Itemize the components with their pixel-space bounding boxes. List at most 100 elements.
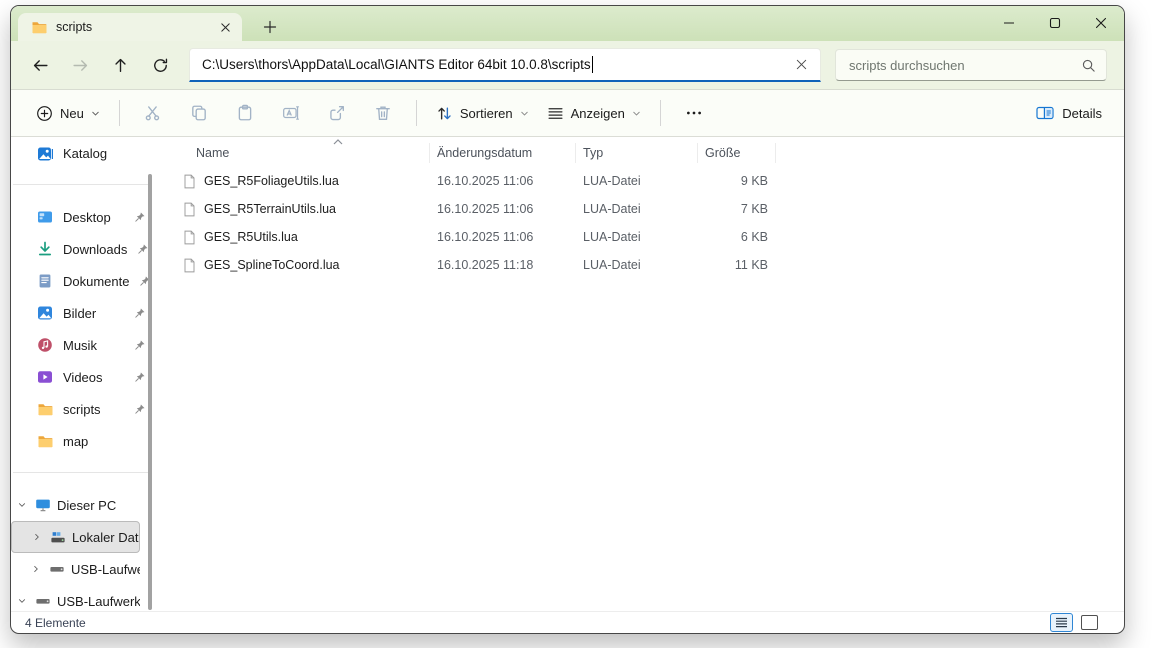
- tree-item-usb-drive[interactable]: USB-Laufwerk: [11, 553, 140, 585]
- rename-button[interactable]: [268, 95, 314, 131]
- pin-icon: [134, 211, 146, 223]
- table-row[interactable]: GES_R5FoliageUtils.lua 16.10.2025 11:06 …: [182, 167, 1124, 195]
- file-explorer-window: scripts C:\Users\thors\AppData\Local\GIA…: [10, 5, 1125, 634]
- sidebar-item-label: map: [63, 433, 89, 449]
- toolbar-divider: [118, 100, 120, 126]
- delete-button[interactable]: [360, 95, 406, 131]
- tree-item-this-pc[interactable]: Dieser PC: [11, 489, 140, 521]
- file-modified: 16.10.2025 11:06: [437, 174, 534, 188]
- file-modified: 16.10.2025 11:06: [437, 202, 534, 216]
- search-input[interactable]: scripts durchsuchen: [835, 49, 1107, 81]
- search-placeholder: scripts durchsuchen: [849, 57, 965, 73]
- main-area: Katalog Desktop Downloads Dokumente Bild…: [11, 137, 1124, 611]
- table-row[interactable]: GES_R5TerrainUtils.lua 16.10.2025 11:06 …: [182, 195, 1124, 223]
- tree-item-usb-drive-2[interactable]: USB-Laufwerk (D: [11, 585, 140, 611]
- column-header-name[interactable]: Name: [182, 143, 430, 163]
- chevron-down-icon[interactable]: [14, 596, 29, 606]
- file-type: LUA-Datei: [583, 202, 641, 216]
- sidebar-item-pictures[interactable]: Bilder: [11, 297, 151, 329]
- icons-view-button[interactable]: [1081, 615, 1098, 630]
- clear-address-icon[interactable]: [791, 55, 811, 75]
- column-header-type[interactable]: Typ: [576, 143, 698, 163]
- sidebar-item-label: Desktop: [63, 209, 111, 225]
- sidebar-item-label: Videos: [63, 369, 103, 385]
- chevron-right-icon[interactable]: [29, 532, 44, 542]
- file-icon: [182, 202, 197, 217]
- close-button[interactable]: [1078, 6, 1124, 40]
- details-pane-icon: [1036, 105, 1054, 121]
- computer-icon: [35, 497, 51, 513]
- more-icon: [686, 111, 701, 115]
- file-size: 6 KB: [740, 230, 768, 244]
- file-size: 9 KB: [740, 174, 768, 188]
- sidebar-item-gallery[interactable]: Katalog: [11, 138, 151, 169]
- chevron-down-icon: [520, 111, 528, 116]
- tab-scripts[interactable]: scripts: [18, 13, 242, 41]
- command-bar: Neu Sortieren Anzeigen Details: [11, 89, 1124, 137]
- minimize-button[interactable]: [986, 6, 1032, 40]
- desktop-background: scripts C:\Users\thors\AppData\Local\GIA…: [0, 0, 1152, 648]
- status-bar: 4 Elemente: [11, 611, 1124, 633]
- details-view-button[interactable]: [1050, 613, 1073, 632]
- tab-close-icon[interactable]: [216, 18, 234, 36]
- new-tab-button[interactable]: [261, 18, 279, 36]
- sidebar-item-downloads[interactable]: Downloads: [11, 233, 151, 265]
- address-row: C:\Users\thors\AppData\Local\GIANTS Edit…: [11, 41, 1124, 89]
- tree-item-local-disk[interactable]: Lokaler Datent: [11, 521, 140, 553]
- sidebar-item-label: Musik: [63, 337, 97, 353]
- file-modified: 16.10.2025 11:06: [437, 230, 534, 244]
- sort-button[interactable]: Sortieren: [427, 99, 538, 128]
- chevron-right-icon[interactable]: [28, 564, 43, 574]
- view-toggles: [1050, 613, 1114, 632]
- downloads-icon: [37, 241, 53, 257]
- sidebar-divider: [13, 472, 148, 473]
- table-row[interactable]: GES_SplineToCoord.lua 16.10.2025 11:18 L…: [182, 251, 1124, 279]
- file-icon: [182, 258, 197, 273]
- file-type: LUA-Datei: [583, 258, 641, 272]
- pictures-icon: [37, 305, 53, 321]
- file-type: LUA-Datei: [583, 174, 641, 188]
- new-button[interactable]: Neu: [27, 99, 109, 128]
- sidebar-item-documents[interactable]: Dokumente: [11, 265, 151, 297]
- refresh-button[interactable]: [140, 47, 180, 83]
- window-controls: [986, 6, 1124, 40]
- tab-bar: scripts: [11, 6, 1124, 41]
- music-icon: [37, 337, 53, 353]
- table-row[interactable]: GES_R5Utils.lua 16.10.2025 11:06 LUA-Dat…: [182, 223, 1124, 251]
- more-options-button[interactable]: [671, 95, 717, 131]
- back-button[interactable]: [20, 47, 60, 83]
- column-header-modified[interactable]: Änderungsdatum: [430, 143, 576, 163]
- view-button[interactable]: Anzeigen: [538, 99, 650, 128]
- sidebar-item-videos[interactable]: Videos: [11, 361, 151, 393]
- details-pane-button[interactable]: Details: [1028, 99, 1110, 127]
- sidebar-item-scripts[interactable]: scripts: [11, 393, 151, 425]
- sidebar-scrollbar[interactable]: [148, 174, 152, 610]
- forward-button[interactable]: [60, 47, 100, 83]
- sidebar-item-desktop[interactable]: Desktop: [11, 201, 151, 233]
- column-header-size[interactable]: Größe: [698, 143, 776, 163]
- file-name: GES_R5FoliageUtils.lua: [204, 174, 339, 188]
- folder-icon: [37, 433, 53, 449]
- sidebar-item-label: Dokumente: [63, 273, 130, 289]
- cut-button[interactable]: [130, 95, 176, 131]
- file-type: LUA-Datei: [583, 230, 641, 244]
- chevron-down-icon[interactable]: [14, 500, 29, 510]
- tab-title: scripts: [56, 20, 93, 34]
- paste-button[interactable]: [222, 95, 268, 131]
- address-input[interactable]: C:\Users\thors\AppData\Local\GIANTS Edit…: [189, 48, 821, 82]
- sort-ascending-icon: [332, 138, 344, 146]
- tree-item-label: USB-Laufwerk: [71, 561, 140, 577]
- sidebar-item-map[interactable]: map: [11, 425, 151, 457]
- maximize-button[interactable]: [1032, 6, 1078, 40]
- sidebar-item-music[interactable]: Musik: [11, 329, 151, 361]
- copy-button[interactable]: [176, 95, 222, 131]
- sidebar-item-label: Bilder: [63, 305, 97, 321]
- file-name: GES_R5Utils.lua: [204, 230, 298, 244]
- up-button[interactable]: [100, 47, 140, 83]
- tree-item-label: Lokaler Datent: [72, 529, 139, 545]
- share-button[interactable]: [314, 95, 360, 131]
- folder-icon: [37, 401, 53, 417]
- sort-button-label: Sortieren: [459, 105, 513, 121]
- new-button-label: Neu: [60, 105, 84, 121]
- tree-item-label: Dieser PC: [57, 497, 117, 513]
